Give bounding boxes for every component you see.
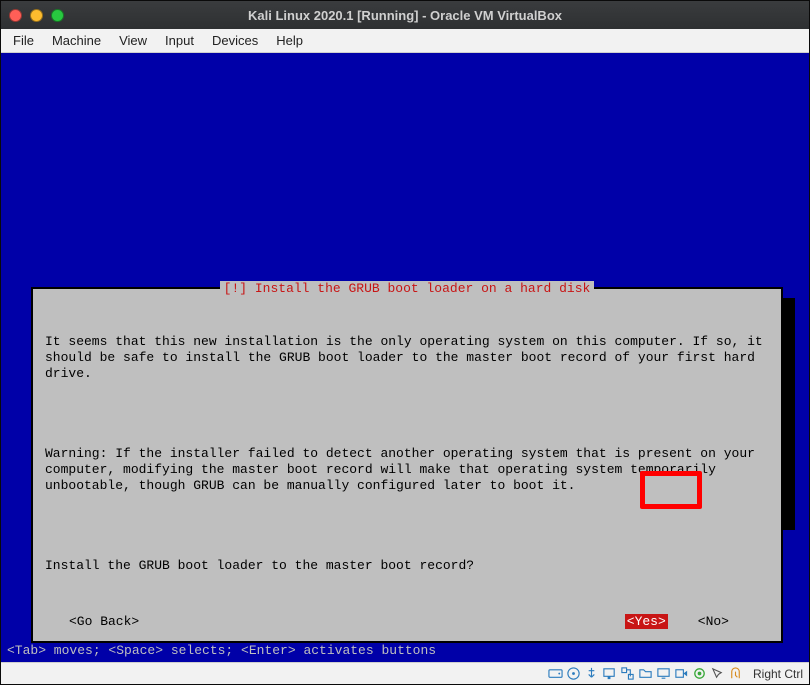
display-icon[interactable]	[656, 666, 671, 681]
shared-folder-icon[interactable]	[638, 666, 653, 681]
menu-view[interactable]: View	[119, 33, 147, 48]
mouse-integration-icon[interactable]	[710, 666, 725, 681]
hostkey-label[interactable]: Right Ctrl	[753, 667, 803, 681]
dialog-question: Install the GRUB boot loader to the mast…	[45, 558, 769, 574]
menu-devices[interactable]: Devices	[212, 33, 258, 48]
maximize-icon[interactable]	[51, 9, 64, 22]
usb-icon[interactable]	[584, 666, 599, 681]
dialog-para1: It seems that this new installation is t…	[45, 334, 769, 382]
menubar: File Machine View Input Devices Help	[1, 29, 809, 53]
window-controls	[9, 9, 64, 22]
menu-file[interactable]: File	[13, 33, 34, 48]
keyboard-capture-icon[interactable]	[728, 666, 743, 681]
keyboard-hints: <Tab> moves; <Space> selects; <Enter> ac…	[7, 643, 436, 658]
menu-input[interactable]: Input	[165, 33, 194, 48]
go-back-button[interactable]: <Go Back>	[45, 614, 139, 629]
statusbar: Right Ctrl	[1, 662, 809, 684]
yes-button[interactable]: <Yes>	[625, 614, 668, 629]
virtualbox-window: Kali Linux 2020.1 [Running] - Oracle VM …	[0, 0, 810, 685]
vm-display[interactable]: [!] Install the GRUB boot loader on a ha…	[1, 53, 809, 662]
window-title: Kali Linux 2020.1 [Running] - Oracle VM …	[248, 8, 562, 23]
dialog-buttons: <Go Back> <Yes> <No>	[39, 606, 775, 631]
menu-machine[interactable]: Machine	[52, 33, 101, 48]
no-button[interactable]: <No>	[698, 614, 729, 629]
network-icon[interactable]	[620, 666, 635, 681]
dialog-body: It seems that this new installation is t…	[39, 298, 775, 606]
grub-install-dialog: [!] Install the GRUB boot loader on a ha…	[31, 287, 783, 643]
optical-disc-icon[interactable]	[566, 666, 581, 681]
status-icons	[548, 666, 743, 681]
audio-icon[interactable]	[602, 666, 617, 681]
minimize-icon[interactable]	[30, 9, 43, 22]
close-icon[interactable]	[9, 9, 22, 22]
menu-help[interactable]: Help	[276, 33, 303, 48]
dialog-title-row: [!] Install the GRUB boot loader on a ha…	[39, 282, 775, 288]
recording-icon[interactable]	[674, 666, 689, 681]
cpu-icon[interactable]	[692, 666, 707, 681]
titlebar[interactable]: Kali Linux 2020.1 [Running] - Oracle VM …	[1, 1, 809, 29]
dialog-title: [!] Install the GRUB boot loader on a ha…	[220, 281, 595, 296]
dialog-para2: Warning: If the installer failed to dete…	[45, 446, 769, 494]
hard-disk-icon[interactable]	[548, 666, 563, 681]
